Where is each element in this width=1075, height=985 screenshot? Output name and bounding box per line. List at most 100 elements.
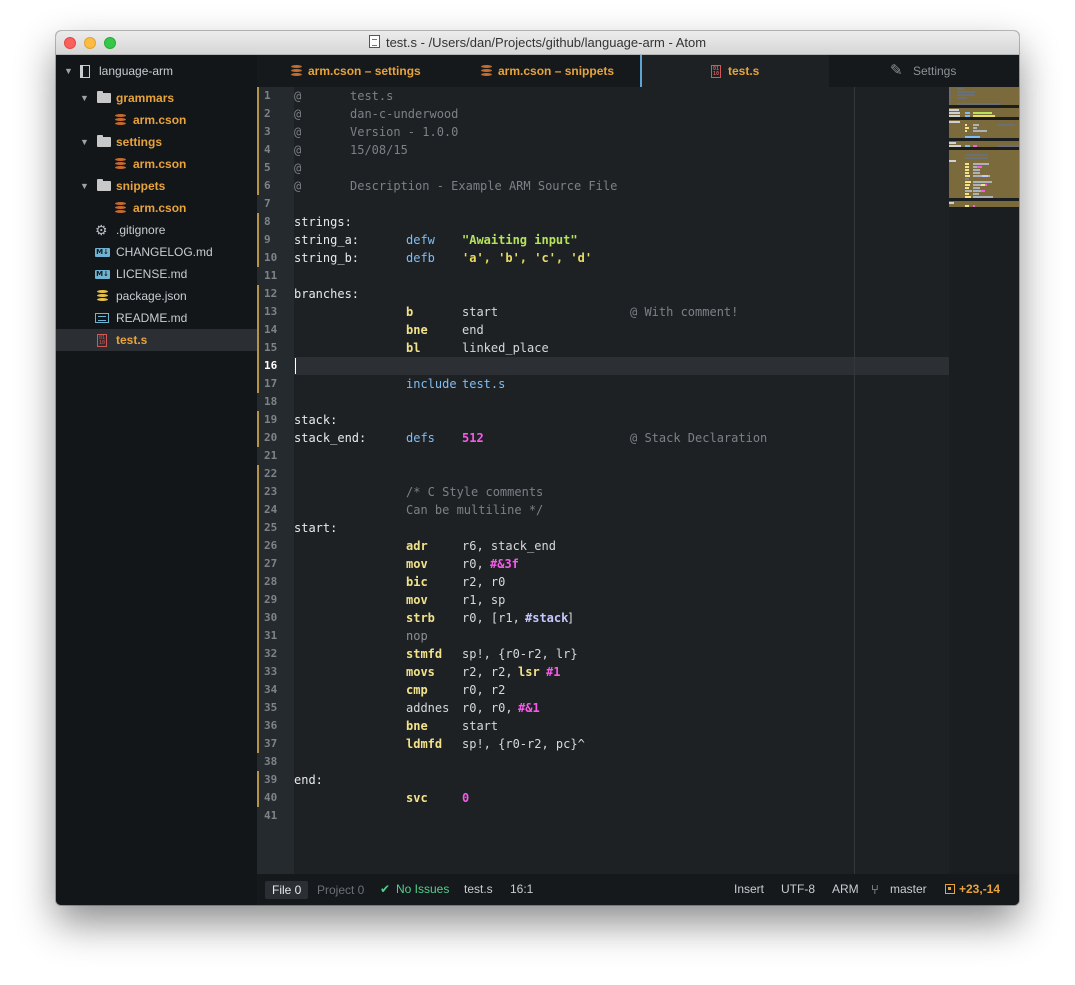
line-number[interactable]: 29 [257,591,294,609]
code-token: movs [406,665,435,679]
line-number[interactable]: 2 [257,105,294,123]
code-token: r0, r2 [462,683,506,697]
line-number[interactable]: 8 [257,213,294,231]
code-token: @ With comment! [630,305,739,319]
line-number[interactable]: 5 [257,159,294,177]
line-number[interactable]: 22 [257,465,294,483]
line-number[interactable]: 15 [257,339,294,357]
line-number[interactable]: 41 [257,807,294,825]
line-number[interactable]: 37 [257,735,294,753]
binary-file-icon: 01 10 [97,334,107,347]
git-diff-stats[interactable]: +23,-14 [945,874,1000,905]
line-number[interactable]: 4 [257,141,294,159]
minimap-token [957,102,1002,105]
tree-file-snippets-arm-cson[interactable]: arm.cson [56,197,257,219]
linter-file-tab[interactable]: File 0 [265,881,309,899]
database-icon [291,65,302,77]
tree-folder-settings[interactable]: ▼ settings [56,131,257,153]
chevron-down-icon: ▼ [80,137,89,147]
line-number[interactable]: 39 [257,771,294,789]
minimap[interactable] [949,87,1019,874]
line-number[interactable]: 18 [257,393,294,411]
tree-view: ▼ language-arm ▼ grammars arm.cson ▼ set… [56,55,257,905]
grammar-selector[interactable]: ARM [832,874,859,905]
line-number[interactable]: 24 [257,501,294,519]
tree-file-gitignore[interactable]: ⚙ .gitignore [56,219,257,241]
status-filename[interactable]: test.s [464,874,493,905]
tree-file-grammars-arm-cson[interactable]: arm.cson [56,109,257,131]
markdown-icon: M↓ [95,270,110,279]
line-number[interactable]: 9 [257,231,294,249]
line-number[interactable]: 3 [257,123,294,141]
minimap-token [965,195,971,198]
tree-item-label: arm.cson [133,157,187,171]
linter-project-tab[interactable]: Project 0 [313,881,368,899]
tab-test-s[interactable]: 01 10 test.s [640,55,829,87]
line-number[interactable]: 13 [257,303,294,321]
tree-item-label: arm.cson [133,201,187,215]
code-token: end: [294,773,323,787]
line-number[interactable]: 7 [257,195,294,213]
file-encoding[interactable]: UTF-8 [781,874,815,905]
line-number[interactable]: 14 [257,321,294,339]
line-number[interactable]: 10 [257,249,294,267]
folder-icon [97,135,111,147]
tree-root-language-arm[interactable]: ▼ language-arm [56,60,257,82]
line-number[interactable]: 16 [257,357,294,375]
tree-file-package-json[interactable]: package.json [56,285,257,307]
database-icon [115,158,126,170]
line-number[interactable]: 30 [257,609,294,627]
code-token: stmfd [406,647,443,661]
line-number[interactable]: 11 [257,267,294,285]
line-number[interactable]: 38 [257,753,294,771]
line-number[interactable]: 12 [257,285,294,303]
tree-file-test-s[interactable]: 01 10 test.s [56,329,257,351]
code-editor[interactable]: 1 2 3 4 5 6 7 8 9 10 11 12 13 14 15 16 17 18 19 20 21 22 23 24 2… [257,87,1019,874]
git-branch[interactable]: master [890,874,927,905]
database-icon [115,114,126,126]
tab-label: test.s [728,64,760,78]
line-number[interactable]: 6 [257,177,294,195]
line-number[interactable]: 1 [257,87,294,105]
line-number[interactable]: 32 [257,645,294,663]
line-number[interactable]: 27 [257,555,294,573]
code-token: cmp [406,683,428,697]
tree-folder-grammars[interactable]: ▼ grammars [56,87,257,109]
tab-settings[interactable]: ✎ Settings [829,55,1019,87]
cursor-position[interactable]: 16:1 [510,874,533,905]
database-icon [115,202,126,214]
tree-root-label: language-arm [99,64,174,78]
line-number[interactable]: 19 [257,411,294,429]
code-token: r2, r0 [462,575,506,589]
line-number[interactable]: 25 [257,519,294,537]
window-title: test.s - /Users/dan/Projects/github/lang… [56,35,1019,50]
line-number[interactable]: 40 [257,789,294,807]
line-number[interactable]: 17 [257,375,294,393]
line-number[interactable]: 33 [257,663,294,681]
tab-label: arm.cson – settings [308,64,421,78]
git-diff-label: +23,-14 [959,882,1001,896]
tab-arm-cson-snippets[interactable]: arm.cson – snippets [448,55,640,87]
tree-file-license[interactable]: M↓ LICENSE.md [56,263,257,285]
line-number[interactable]: 34 [257,681,294,699]
code-token: dan-c-underwood [350,107,459,121]
line-number[interactable]: 31 [257,627,294,645]
tree-file-settings-arm-cson[interactable]: arm.cson [56,153,257,175]
code-token: #&3f [490,557,519,571]
tree-file-readme[interactable]: README.md [56,307,257,329]
code-token: @ Stack Declaration [630,431,768,445]
line-number[interactable]: 35 [257,699,294,717]
line-number[interactable]: 26 [257,537,294,555]
code-token: test.s [350,89,394,103]
line-number[interactable]: 20 [257,429,294,447]
line-number[interactable]: 21 [257,447,294,465]
line-number[interactable]: 28 [257,573,294,591]
tree-folder-snippets[interactable]: ▼ snippets [56,175,257,197]
tree-item-label: README.md [116,311,188,325]
tab-arm-cson-settings[interactable]: arm.cson – settings [257,55,448,87]
line-number[interactable]: 23 [257,483,294,501]
tree-file-changelog[interactable]: M↓ CHANGELOG.md [56,241,257,263]
linter-status[interactable]: No Issues [396,874,449,905]
line-number[interactable]: 36 [257,717,294,735]
status-bar: File 0 Project 0 ✔ No Issues test.s 16:1… [257,874,1019,905]
